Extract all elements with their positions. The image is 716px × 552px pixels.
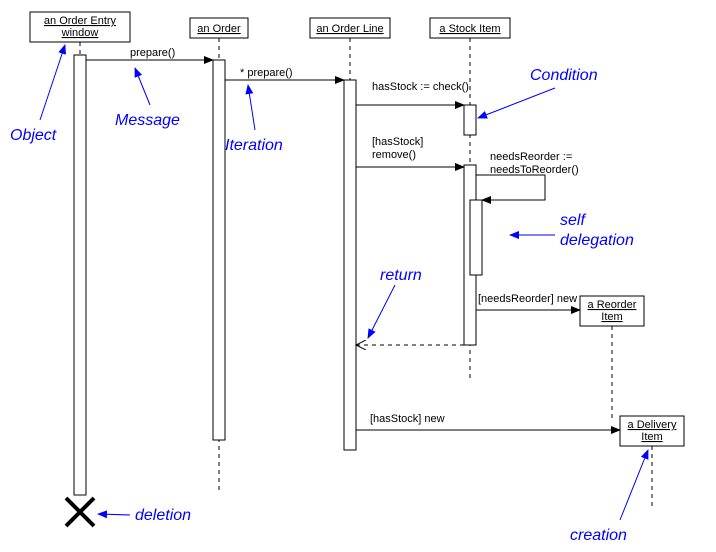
svg-text:a Delivery: a Delivery	[628, 419, 677, 431]
object-delivery-item: a Delivery Item	[620, 416, 684, 446]
annot-condition: Condition	[530, 67, 598, 84]
object-label: an Order	[197, 23, 241, 35]
deletion-x-icon	[66, 498, 94, 526]
object-label: a Stock Item	[439, 23, 500, 35]
annot-creation-arrow	[620, 450, 648, 520]
message-check-label: hasStock := check()	[372, 81, 469, 93]
annot-deletion: deletion	[135, 507, 191, 524]
object-label: an Order Line	[316, 23, 383, 35]
annot-object-arrow	[40, 45, 65, 120]
annot-message-arrow	[135, 68, 150, 105]
annot-self-delegation2: delegation	[560, 232, 634, 249]
annot-iteration: Iteration	[225, 137, 283, 154]
annot-condition-arrow	[478, 88, 555, 118]
svg-text:a Reorder: a Reorder	[588, 299, 637, 311]
object-order-entry: an Order Entrywindow	[30, 12, 130, 42]
message-new-reorder-label: [needsReorder] new	[478, 293, 577, 305]
annot-object: Object	[10, 127, 57, 144]
annot-return: return	[380, 267, 422, 284]
annot-iteration-arrow	[248, 85, 255, 130]
annot-message: Message	[115, 112, 180, 129]
object-order: an Order	[190, 18, 248, 38]
object-order-line: an Order Line	[310, 18, 390, 38]
object-reorder-item: a Reorder Item	[580, 296, 644, 326]
annot-deletion-arrow	[98, 514, 130, 515]
activation-stock-item-self	[470, 200, 482, 275]
message-remove-label: remove()	[372, 149, 416, 161]
message-prepare2-label: * prepare()	[240, 67, 293, 79]
message-needs-reorder	[476, 175, 545, 200]
message-new-delivery-label: [hasStock] new	[370, 413, 445, 425]
message-needs-reorder-label1: needsReorder :=	[490, 151, 572, 163]
annot-self-delegation1: self	[560, 212, 586, 229]
message-needs-reorder-label2: needsToReorder()	[490, 164, 579, 176]
activation-order	[213, 60, 225, 440]
annot-return-arrow	[368, 285, 395, 338]
svg-text:Item: Item	[601, 311, 622, 323]
annot-creation: creation	[570, 527, 627, 544]
message-remove-guard: [hasStock]	[372, 136, 423, 148]
activation-order-entry	[74, 55, 86, 495]
object-stock-item: a Stock Item	[430, 18, 510, 38]
message-prepare1-label: prepare()	[130, 47, 175, 59]
activation-stock-item-check	[464, 105, 476, 135]
svg-text:Item: Item	[641, 431, 662, 443]
activation-order-line	[344, 80, 356, 450]
